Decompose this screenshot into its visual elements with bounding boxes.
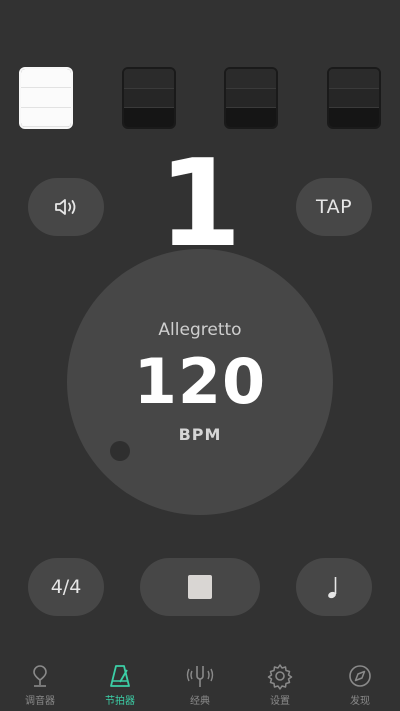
tuning-fork-icon [186, 666, 214, 687]
note-value-button[interactable] [296, 558, 372, 616]
tap-tempo-button[interactable]: TAP [296, 178, 372, 236]
tab-settings[interactable]: 设置 [240, 656, 320, 711]
beat-indicator-2[interactable] [122, 67, 176, 129]
tab-classic[interactable]: 经典 [160, 656, 240, 711]
gear-icon [267, 664, 293, 690]
tab-discover[interactable]: 发现 [320, 656, 400, 711]
stop-icon [188, 575, 212, 599]
compass-icon [349, 665, 371, 687]
quarter-note-icon [328, 577, 337, 599]
bpm-unit-label: BPM [178, 425, 222, 444]
tempo-dial[interactable]: Allegretto 120 BPM [67, 249, 333, 515]
tempo-name: Allegretto [158, 320, 242, 340]
bpm-value: 120 [133, 345, 267, 418]
beat-indicator-3[interactable] [224, 67, 278, 129]
speaker-icon [55, 199, 76, 215]
sound-toggle-button[interactable] [28, 178, 104, 236]
metronome-icon [110, 665, 130, 687]
time-signature-button[interactable]: 4/4 [28, 558, 104, 616]
beat-indicator-1[interactable] [19, 67, 73, 129]
tab-metronome[interactable]: 节拍器 [80, 656, 160, 711]
tuner-icon [33, 665, 47, 687]
tab-label: 设置 [270, 696, 290, 707]
beat-indicator-4[interactable] [327, 67, 381, 129]
tab-label: 发现 [350, 696, 370, 707]
tab-tuner[interactable]: 调音器 [0, 656, 80, 711]
tab-label: 调音器 [25, 696, 55, 707]
bottom-tab-bar: 调音器 节拍器 经典 设置 发现 [0, 656, 400, 711]
dial-knob[interactable] [110, 441, 130, 461]
tab-label: 节拍器 [105, 696, 135, 707]
tab-label: 经典 [190, 696, 210, 707]
start-stop-button[interactable] [140, 558, 260, 616]
beat-indicator-row [19, 67, 381, 131]
